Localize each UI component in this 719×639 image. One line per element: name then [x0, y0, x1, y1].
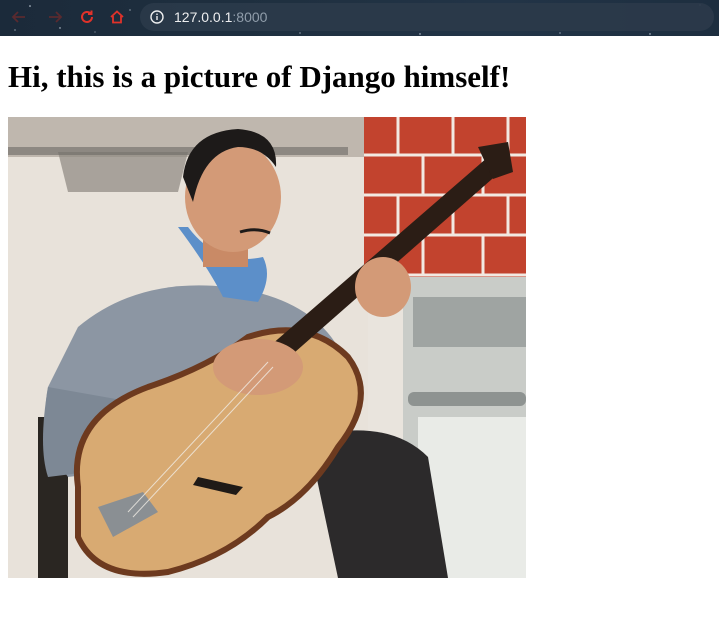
- photo-illustration: [8, 117, 526, 578]
- url-port: :8000: [232, 9, 268, 25]
- guitarist-photo: [8, 117, 526, 578]
- browser-toolbar: 127.0.0.1:8000: [0, 0, 719, 36]
- page-heading: Hi, this is a picture of Django himself!: [8, 59, 511, 94]
- address-bar[interactable]: 127.0.0.1:8000: [140, 3, 714, 31]
- home-button[interactable]: [108, 8, 126, 26]
- home-icon: [110, 10, 124, 24]
- url-host: 127.0.0.1: [174, 9, 233, 25]
- forward-button[interactable]: [46, 8, 64, 26]
- arrow-right-icon: [49, 11, 63, 23]
- arrow-left-icon: [11, 11, 25, 23]
- back-button[interactable]: [10, 8, 28, 26]
- reload-button[interactable]: [78, 8, 96, 26]
- reload-icon: [81, 10, 93, 23]
- info-circle-icon[interactable]: [150, 9, 166, 25]
